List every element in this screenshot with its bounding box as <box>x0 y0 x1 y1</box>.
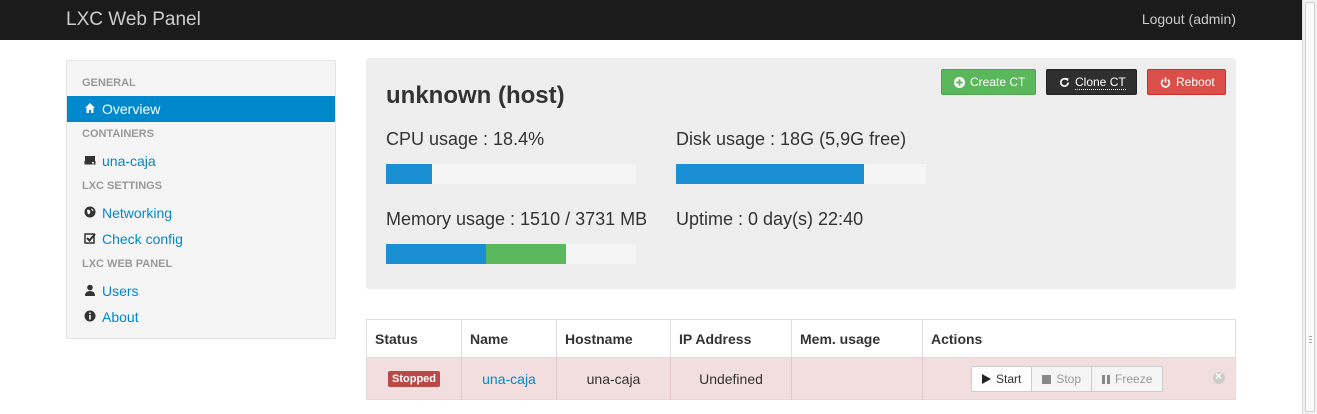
sidebar-item-check-config[interactable]: Check config <box>67 226 335 252</box>
containers-table: Status Name Hostname IP Address Mem. usa… <box>366 319 1236 400</box>
sidebar-item-label: una-caja <box>102 153 156 169</box>
sidebar-item-networking[interactable]: Networking <box>67 200 335 226</box>
cpu-usage-fill <box>386 164 432 184</box>
memory-cached-fill <box>486 244 566 264</box>
mem-cell <box>792 358 923 400</box>
memory-usage-label: Memory usage : 1510 / 3731 MB <box>386 209 648 229</box>
remove-container-icon[interactable] <box>1213 369 1225 384</box>
sidebar-item-about[interactable]: About <box>67 304 335 330</box>
scrollbar-thumb[interactable] <box>1305 2 1315 412</box>
disk-usage-label: Disk usage : 18G (5,9G free) <box>676 129 907 149</box>
table-header-name: Name <box>462 320 557 357</box>
start-button[interactable]: Start <box>972 367 1033 391</box>
user-icon <box>85 284 95 296</box>
memory-usage-bar <box>386 244 636 264</box>
create-ct-label: Create CT <box>970 75 1026 89</box>
logout-link[interactable]: Logout (admin) <box>1142 11 1236 27</box>
check-square-icon <box>84 233 96 244</box>
freeze-label: Freeze <box>1115 372 1153 386</box>
stop-icon <box>1042 374 1052 384</box>
stop-button[interactable]: Stop <box>1032 367 1093 391</box>
container-actions-group: Start Stop Freeze <box>971 366 1164 392</box>
top-navbar: LXC Web Panel Logout (admin) <box>0 0 1302 40</box>
disk-usage-fill <box>676 164 864 184</box>
play-icon <box>982 374 991 384</box>
clone-ct-button[interactable]: Clone CT <box>1046 69 1137 95</box>
memory-used-fill <box>386 244 486 264</box>
table-header-actions: Actions <box>931 331 983 347</box>
cpu-usage-label: CPU usage : 18.4% <box>386 129 545 149</box>
start-label: Start <box>996 372 1022 386</box>
sidebar-item-users[interactable]: Users <box>67 278 335 304</box>
sidebar-item-label: Networking <box>102 205 173 221</box>
status-badge: Stopped <box>388 371 440 387</box>
hdd-icon <box>84 156 96 165</box>
nav-header-general: GENERAL <box>82 77 136 89</box>
pause-icon <box>1102 374 1111 384</box>
ip-cell: Undefined <box>671 358 792 400</box>
power-icon <box>1160 76 1171 88</box>
table-header-ip: IP Address <box>671 320 792 357</box>
sidebar-item-label: Overview <box>102 101 161 117</box>
page-title: unknown (host) <box>386 82 565 109</box>
uptime-label: Uptime : 0 day(s) 22:40 <box>676 209 864 229</box>
vertical-scrollbar[interactable] <box>1302 0 1317 414</box>
create-ct-button[interactable]: Create CT <box>941 69 1036 95</box>
reboot-button[interactable]: Reboot <box>1147 69 1226 95</box>
home-icon <box>85 103 95 113</box>
freeze-button[interactable]: Freeze <box>1092 367 1162 391</box>
nav-header-lxc-web-panel: LXC WEB PANEL <box>82 258 173 270</box>
table-header-hostname: Hostname <box>557 320 671 357</box>
refresh-icon <box>1060 77 1069 87</box>
sidebar-item-una-caja[interactable]: una-caja <box>67 148 335 174</box>
table-header-status: Status <box>367 320 462 357</box>
brand-logo[interactable]: LXC Web Panel <box>66 9 201 31</box>
sidebar-nav: GENERAL Overview CONTAINERS una-caja LXC… <box>66 60 336 339</box>
globe-icon <box>84 206 96 218</box>
table-header-mem: Mem. usage <box>792 320 923 357</box>
sidebar-item-label: Users <box>102 283 139 299</box>
nav-header-containers: CONTAINERS <box>82 128 154 140</box>
reboot-label: Reboot <box>1176 75 1215 89</box>
name-cell: una-caja <box>462 358 557 400</box>
plus-circle-icon <box>954 76 965 88</box>
nav-header-lxc-settings: LXC SETTINGS <box>82 180 163 192</box>
stop-label: Stop <box>1056 372 1082 386</box>
info-icon <box>84 310 96 322</box>
sidebar-item-overview[interactable]: Overview <box>67 96 335 122</box>
table-row: Stopped una-caja una-caja Undefined Star… <box>367 357 1235 400</box>
container-name-link[interactable]: una-caja <box>482 371 536 387</box>
status-cell: Stopped <box>367 358 462 400</box>
cpu-usage-bar <box>386 164 636 184</box>
sidebar-item-label: Check config <box>102 231 183 247</box>
sidebar-item-label: About <box>102 309 139 325</box>
hostname-cell: una-caja <box>557 358 671 400</box>
clone-ct-label: Clone CT <box>1075 74 1126 90</box>
disk-usage-bar <box>676 164 926 184</box>
host-summary-panel: unknown (host) Create CT Clone CT Reboot… <box>366 58 1236 289</box>
